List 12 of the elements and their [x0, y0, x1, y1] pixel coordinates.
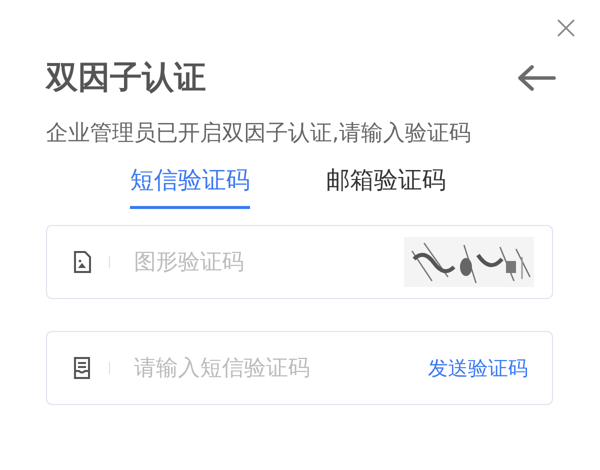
document-icon: [73, 357, 91, 379]
dialog-title: 双因子认证: [46, 57, 206, 98]
send-code-link[interactable]: 发送验证码: [428, 354, 528, 382]
tab[interactable]: 短信验证码: [130, 160, 250, 209]
input-field[interactable]: 图形验证码: [132, 248, 404, 276]
back-button[interactable]: [516, 64, 556, 92]
image-file-icon: [73, 251, 91, 273]
subtitle: 企业管理员已开启双因子认证,请输入验证码: [46, 120, 472, 148]
tab[interactable]: 邮箱验证码: [326, 160, 446, 209]
back-arrow-icon: [516, 64, 556, 92]
input-field[interactable]: 请输入短信验证码: [132, 354, 428, 382]
close-icon: [556, 18, 576, 38]
